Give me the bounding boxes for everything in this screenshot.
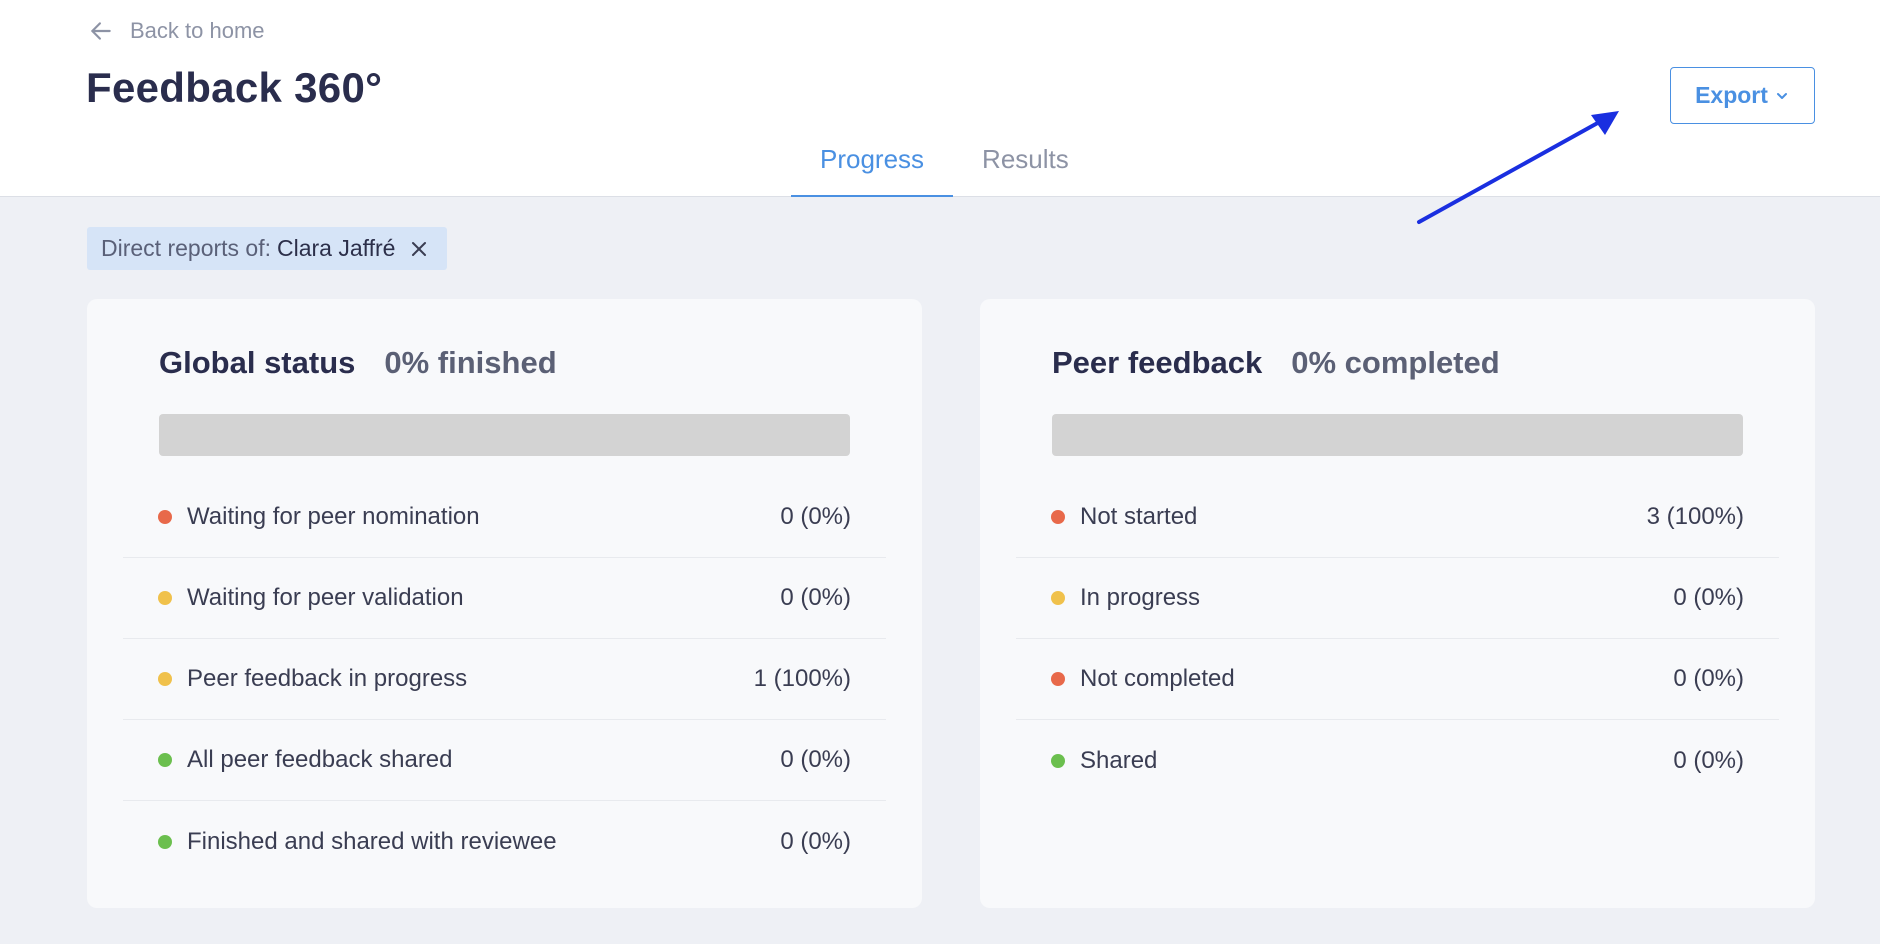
filter-chip: Direct reports of: Clara Jaffré (87, 227, 448, 270)
peer-feedback-progress-bar (1052, 414, 1743, 456)
back-to-home-label: Back to home (130, 18, 265, 43)
status-row-value: 1 (100%) (753, 665, 851, 692)
export-button[interactable]: Export (1670, 67, 1815, 124)
status-dot (1051, 510, 1065, 524)
status-row-label: All peer feedback shared (187, 746, 453, 773)
peer-row-label: Shared (1080, 746, 1158, 774)
peer-row-label: Not started (1080, 503, 1198, 530)
peer-feedback-list: Not started 3 (100%) In progress 0 (0%) … (1016, 477, 1779, 801)
peer-row-not-completed: Not completed 0 (0%) (1016, 639, 1779, 720)
page-title: Feedback 360° (86, 64, 383, 111)
status-row-waiting-nomination: Waiting for peer nomination 0 (0%) (123, 477, 886, 558)
status-row-all-shared: All peer feedback shared 0 (0%) (123, 720, 886, 801)
status-row-label: Waiting for peer nomination (187, 503, 480, 530)
peer-row-not-started: Not started 3 (100%) (1016, 477, 1779, 558)
status-row-label: Finished and shared with reviewee (187, 827, 557, 855)
status-dot (158, 591, 172, 605)
chevron-down-icon (1776, 92, 1787, 99)
peer-feedback-header: Peer feedback 0% completed (1052, 345, 1500, 381)
status-row-value: 0 (0%) (780, 584, 851, 611)
status-dot (158, 834, 172, 849)
export-label: Export (1695, 82, 1768, 108)
global-status-header: Global status 0% finished (159, 345, 557, 381)
status-row-value: 0 (0%) (780, 827, 851, 855)
peer-feedback-title: Peer feedback (1052, 345, 1263, 380)
arrow-left-icon (91, 22, 111, 40)
peer-feedback-card: Peer feedback 0% completed Not started 3… (980, 299, 1815, 908)
global-status-progress-bar (159, 414, 850, 456)
peer-feedback-summary: 0% completed (1291, 345, 1500, 380)
peer-row-label: In progress (1080, 584, 1201, 611)
status-row-feedback-in-progress: Peer feedback in progress 1 (100%) (123, 639, 886, 720)
filter-chip-value: Clara Jaffré (277, 235, 396, 261)
peer-row-value: 0 (0%) (1673, 746, 1744, 774)
status-dot (1051, 753, 1065, 768)
global-status-card: Global status 0% finished Waiting for pe… (87, 299, 922, 908)
peer-row-value: 3 (100%) (1646, 503, 1744, 530)
status-dot (158, 510, 172, 524)
peer-row-shared: Shared 0 (0%) (1016, 720, 1779, 801)
status-row-value: 0 (0%) (780, 746, 851, 773)
tab-bar: Progress Results (791, 140, 1098, 197)
tab-progress[interactable]: Progress (791, 140, 954, 197)
global-status-title: Global status (159, 345, 356, 380)
filter-chip-prefix: Direct reports of: (101, 235, 271, 261)
status-row-label: Waiting for peer validation (187, 584, 464, 611)
status-dot (1051, 591, 1065, 605)
status-row-finished-shared: Finished and shared with reviewee 0 (0%) (123, 801, 886, 882)
global-status-summary: 0% finished (384, 345, 557, 380)
status-dot (1051, 672, 1065, 686)
global-status-list: Waiting for peer nomination 0 (0%) Waiti… (123, 477, 886, 882)
status-row-label: Peer feedback in progress (187, 665, 468, 692)
tab-results[interactable]: Results (953, 140, 1098, 197)
status-row-waiting-validation: Waiting for peer validation 0 (0%) (123, 558, 886, 639)
peer-row-label: Not completed (1080, 665, 1235, 692)
page-header: Back to home Feedback 360° Export Progre… (0, 0, 1880, 197)
back-to-home-link[interactable]: Back to home (88, 14, 265, 48)
status-row-value: 0 (0%) (780, 503, 851, 530)
close-icon[interactable] (409, 239, 429, 259)
peer-row-value: 0 (0%) (1673, 665, 1744, 692)
peer-row-value: 0 (0%) (1673, 584, 1744, 611)
peer-row-in-progress: In progress 0 (0%) (1016, 558, 1779, 639)
status-dot (158, 672, 172, 686)
status-dot (158, 753, 172, 767)
